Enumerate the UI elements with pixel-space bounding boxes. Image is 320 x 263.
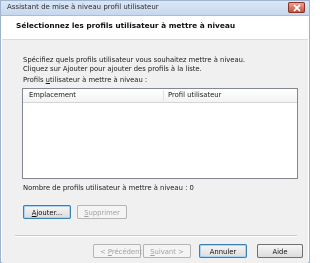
wizard-header: Sélectionnez les profils utilisateur à m… — [2, 16, 308, 40]
footer-divider — [15, 235, 297, 237]
remove-button[interactable]: Supprimer — [77, 205, 127, 219]
instruction-line-1: Spécifiez quels profils utilisateur vous… — [23, 56, 246, 64]
profiles-count-label: Nombre de profils utilisateur à mettre à… — [23, 184, 188, 192]
instruction-line-2: Cliquez sur Ajouter pour ajouter des pro… — [23, 65, 202, 73]
profiles-listview[interactable]: Emplacement Profil utilisateur — [22, 88, 298, 179]
next-button[interactable]: Suivant > — [143, 244, 191, 258]
cancel-button[interactable]: Annuler — [199, 244, 247, 258]
close-button[interactable] — [288, 2, 305, 13]
add-button[interactable]: Ajouter... — [23, 205, 71, 219]
profiles-count-value: 0 — [189, 184, 194, 192]
column-header-user-profile[interactable]: Profil utilisateur — [168, 91, 221, 99]
close-icon — [293, 4, 301, 12]
previous-button[interactable]: < Précédent — [93, 244, 142, 258]
column-header-location[interactable]: Emplacement — [29, 91, 76, 99]
title-bar[interactable]: Assistant de mise à niveau profil utilis… — [1, 1, 309, 16]
help-button[interactable]: Aide — [257, 244, 303, 258]
window-title: Assistant de mise à niveau profil utilis… — [7, 3, 159, 11]
wizard-window: Assistant de mise à niveau profil utilis… — [0, 0, 310, 263]
profiles-list-label: Profils utilisateur à mettre à niveau : — [23, 76, 148, 84]
column-divider[interactable] — [163, 90, 164, 101]
profiles-count: Nombre de profils utilisateur à mettre à… — [23, 184, 194, 192]
page-heading: Sélectionnez les profils utilisateur à m… — [16, 21, 236, 30]
listview-header: Emplacement Profil utilisateur — [23, 89, 297, 103]
